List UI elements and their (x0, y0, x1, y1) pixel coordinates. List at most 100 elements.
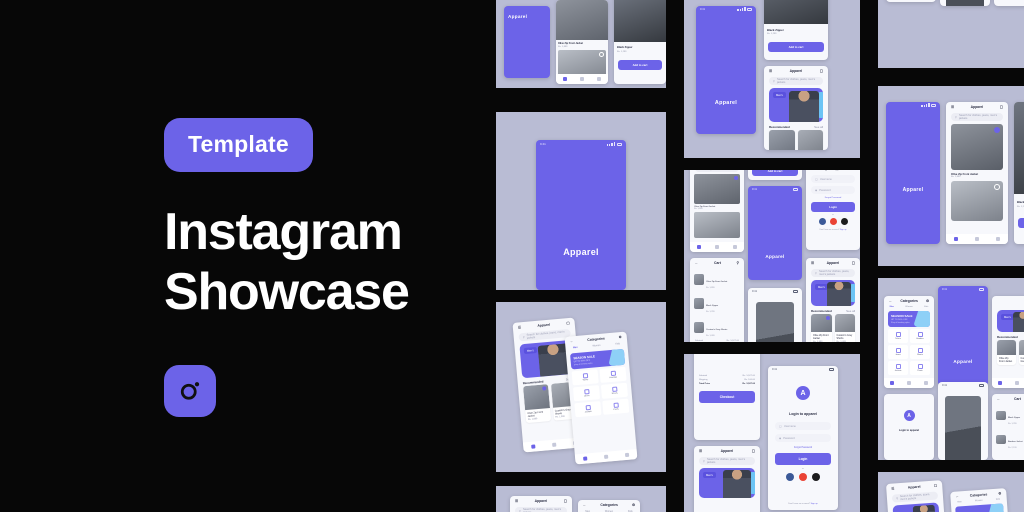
mockup-card-cart-login[interactable]: Custom's Grey ShortsRs. 1,099 SubtotalRs… (684, 354, 860, 512)
tab-women[interactable]: Women (592, 344, 600, 348)
category-cell[interactable]: Jeans (572, 385, 601, 402)
mockup-card-cover[interactable]: 9:41 Apparel (496, 112, 666, 290)
forgot-password-link[interactable]: Forgot Password (768, 446, 838, 449)
tab-men[interactable]: Men (573, 346, 578, 349)
tab-kids[interactable]: Kids (996, 499, 1000, 501)
checkout-button[interactable]: Checkout (699, 391, 755, 403)
category-cell[interactable]: Jackets (574, 401, 602, 418)
tab-bar[interactable] (946, 234, 1008, 244)
add-to-cart-button[interactable]: Add to cart (768, 42, 824, 52)
favorite-icon[interactable] (825, 316, 830, 320)
search-input[interactable]: Search for clothes, jeans, men's jackets (526, 330, 566, 339)
see-all-link[interactable]: See all (814, 125, 823, 129)
search-input[interactable]: Search for clothes, jeans, men's jackets (523, 508, 563, 512)
mockup-card-six-grid[interactable]: ⚲Search for clothes, jeans, men's jacket… (684, 170, 860, 342)
category-cell[interactable]: Shorts (600, 382, 628, 399)
search-input[interactable]: Search for clothes, jeans, men's jackets (777, 78, 819, 84)
favorite-icon[interactable] (994, 127, 1000, 133)
tab-bar[interactable] (992, 378, 1024, 388)
category-cell[interactable]: Hoodies (599, 366, 627, 383)
mockup-card-categories-grid[interactable]: ← Categories ⚙ Men Women Kids SEASON SALE … (878, 278, 1024, 460)
facebook-icon[interactable] (818, 218, 826, 225)
season-sale-banner[interactable]: SEASON SALE UP TO 50% OFF Shop all trend… (888, 311, 930, 327)
search-input[interactable]: Search for clothes, jeans, men's jackets (819, 270, 851, 276)
close-icon[interactable] (599, 52, 604, 57)
product-card[interactable]: Olive Zip Front Jacket Rs. 1,899 (523, 384, 551, 423)
forgot-password-link[interactable]: Forgot Password (806, 197, 860, 199)
category-cell[interactable]: Jeans (888, 345, 908, 359)
password-input[interactable]: Password (783, 437, 794, 440)
tab-bar[interactable] (556, 74, 608, 84)
signup-link[interactable]: Sign up (840, 229, 846, 231)
add-to-cart-button[interactable]: Add to cart (1018, 218, 1024, 228)
tab-men[interactable]: Men (890, 306, 894, 308)
tab-kids[interactable]: Kids (924, 306, 928, 308)
product-card[interactable] (797, 130, 823, 150)
mockup-card-cart-model[interactable]: Olive Zip Front JacketRs. 1,899 Black Zi… (878, 0, 1024, 68)
login-button[interactable]: Login (811, 202, 855, 212)
cart-item[interactable]: Olive Zip Front Jacket Rs. 1,899 (690, 267, 744, 291)
mockup-card-browse-bottom[interactable]: ☰ Apparel ▢ ⚲ Search for clothes, jeans, me… (496, 486, 666, 512)
categories-title: Categories (587, 336, 605, 342)
category-cell[interactable]: Hoodies (910, 329, 930, 343)
login-title: Login to apparel (789, 412, 817, 416)
search-input[interactable]: Search for clothes, jeans, men's jackets (900, 493, 934, 501)
mockup-card-cover-browse[interactable]: Apparel ☰ Apparel ▢ ⚲ Search for clothes, j… (878, 86, 1024, 266)
season-sale-banner[interactable]: SEASON SALE UP TO 50% OFF Shop all trend… (570, 348, 626, 370)
facebook-icon[interactable] (786, 473, 794, 481)
see-all-link[interactable]: See all (846, 309, 855, 313)
add-to-cart-button[interactable]: Add to cart (618, 60, 662, 70)
product-card[interactable]: Custom's Grey Shorts Rs. 1,099 (834, 314, 855, 342)
tab-kids[interactable]: Kids (615, 342, 620, 345)
category-cell[interactable]: Pants (602, 398, 630, 415)
lock-icon: ◉ (815, 188, 818, 192)
season-sale-banner[interactable] (955, 503, 1005, 512)
cart-item[interactable]: Custom's Grey Shorts Rs. 1,099 (690, 315, 744, 339)
category-cell[interactable]: Jackets (888, 361, 908, 375)
tab-women[interactable]: Women (905, 306, 913, 308)
apple-icon[interactable] (812, 473, 820, 481)
password-input[interactable]: Password (819, 189, 830, 192)
product-card[interactable]: Olive Zip Front Jacket Rs. 1,899 (811, 314, 832, 342)
category-cell[interactable]: Shorts (910, 345, 930, 359)
mockup-card-tilted-pair[interactable]: ☰ Apparel ▢ ⚲ Search for clothes, jeans, me… (496, 302, 666, 472)
username-input[interactable]: Username (784, 425, 796, 428)
signup-link[interactable]: Sign up (811, 503, 818, 505)
search-input[interactable]: Search for clothes, jeans, men's jackets (703, 170, 735, 171)
close-icon[interactable] (994, 184, 1000, 190)
tab-bar[interactable] (690, 242, 744, 252)
favorite-icon[interactable] (541, 386, 546, 391)
template-badge[interactable]: Template (164, 118, 313, 172)
tab-bar[interactable] (884, 378, 934, 388)
favorite-icon[interactable] (734, 176, 738, 180)
divider-label: or (802, 468, 804, 470)
cart-item[interactable]: Black Zipper Rs. 1,299 (690, 291, 744, 315)
detail-title: Black Zipper (617, 46, 633, 49)
login-title: Login to apparel (898, 429, 920, 432)
detail-price: Rs. 1,299 (767, 33, 777, 35)
total-label: Total Price (699, 383, 711, 385)
category-cell[interactable]: Tshirts (888, 329, 908, 343)
username-input[interactable]: Username (820, 178, 832, 181)
mockup-card-tilted-bottom[interactable]: ☰ Apparel ▢ ⚲ Search for clothes, jeans, me… (878, 472, 1024, 512)
tab-bar[interactable] (574, 449, 638, 465)
categories-title: Categories (900, 299, 918, 303)
google-icon[interactable] (829, 218, 837, 225)
mockup-card-browse-detail[interactable]: Apparel Olive Zip Front Jacket Rs. 1,899… (496, 0, 666, 88)
subtotal-value: Rs. 5,527.00 (742, 375, 755, 377)
tab-women[interactable]: Women (975, 500, 983, 503)
search-input[interactable]: Search for clothes, jeans, men's jackets (959, 114, 999, 120)
google-icon[interactable] (799, 473, 807, 481)
mockup-card-cover-detail[interactable]: 9:41 Apparel Black Zipper Rs. 1,299 Add … (684, 0, 860, 158)
category-cell[interactable]: Pants (910, 361, 930, 375)
add-to-cart-button[interactable]: Add to cart (752, 170, 798, 176)
cover-label: Apparel (563, 247, 599, 257)
section-title: Recommended (769, 125, 790, 129)
search-input[interactable]: Search for clothes, jeans, men's jackets (707, 458, 751, 464)
apple-icon[interactable] (840, 218, 848, 225)
tab-men[interactable]: Men (957, 501, 961, 503)
cover-label: Apparel (714, 99, 738, 106)
category-cell[interactable]: Tshirts (571, 369, 599, 386)
product-card[interactable] (769, 130, 795, 150)
login-button[interactable]: Login (775, 453, 831, 465)
